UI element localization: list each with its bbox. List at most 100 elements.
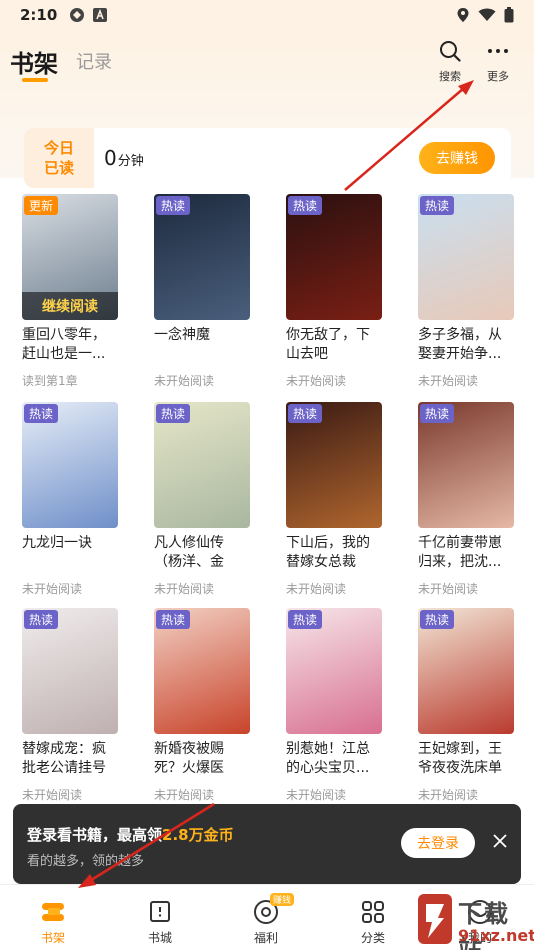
category-icon [343,899,403,925]
search-button[interactable]: 搜索 [428,38,472,84]
book-tag-badge: 热读 [24,610,59,629]
search-label: 搜索 [439,70,461,83]
nav-label: 书城 [147,931,172,945]
status-bar: 2:10 [0,0,534,30]
today-reading-card: 今日已读 0分钟 去赚钱 [24,128,511,188]
minutes-unit: 分钟 [117,154,144,169]
book-title: 重回八零年，赶山也是一... [22,327,106,362]
book-tag-badge: 热读 [288,196,323,215]
location-icon [457,8,469,22]
app-notification-icon [70,8,85,22]
book-cover[interactable]: 热读 [418,608,514,734]
book-tag-badge: 热读 [288,610,323,629]
book-title: 千亿前妻带崽归来，把沈... [418,535,502,570]
today-read-badge: 今日 已读 [24,128,94,188]
book-cover[interactable]: 热读 [154,608,250,734]
book-progress: 未开始阅读 [154,374,215,388]
login-prompt-coins: 2.8万金币 [162,826,234,844]
search-icon [440,41,461,62]
book-cover[interactable]: 热读 [418,402,514,528]
book-cover[interactable]: 热读 [154,194,250,320]
book-cover[interactable]: 热读 [154,402,250,528]
book-title: 王妃嫁到，王爷夜夜洗床单 [418,741,502,776]
book-item[interactable]: 热读九龙归一诀未开始阅读 [22,402,118,597]
nav-label: 福利 [253,931,278,945]
book-cover[interactable]: 热读 [286,194,382,320]
bookstore-icon [130,899,190,925]
book-cover[interactable]: 热读 [22,608,118,734]
login-prompt-title: 登录看书籍，最高领2.8万金币 [27,824,234,845]
minutes-value: 0 [104,146,117,170]
book-item[interactable]: 热读 别惹她！江总的心尖宝贝... 未开始阅读 [286,608,382,803]
wifi-icon [478,8,496,21]
nav-label: 书架 [40,931,65,945]
book-progress: 未开始阅读 [286,374,347,388]
status-time: 2:10 [20,6,58,24]
book-title: 别惹她！江总的心尖宝贝... [286,741,370,776]
book-tag-badge: 热读 [420,196,455,215]
book-progress: 未开始阅读 [22,788,83,802]
book-item[interactable]: 更新继续阅读重回八零年，赶山也是一... 读到第1章 [22,194,118,389]
nav-tab-2[interactable]: 赚钱福利 [236,893,296,946]
book-tag-badge: 更新 [24,196,59,215]
book-tag-badge: 热读 [156,404,191,423]
book-title: 一念神魔 [154,327,210,343]
more-button[interactable]: 更多 [476,38,520,84]
book-tag-badge: 热读 [156,196,191,215]
login-prompt-banner: 登录看书籍，最高领2.8万金币 看的越多，领的越多 去登录 [13,804,521,884]
continue-reading-label[interactable]: 继续阅读 [22,292,118,320]
font-notification-icon [93,8,108,22]
book-item[interactable]: 热读 多子多福，从娶妻开始争... 未开始阅读 [418,194,514,389]
book-title: 九龙归一诀 [22,535,92,551]
book-progress: 未开始阅读 [286,582,347,596]
book-progress: 未开始阅读 [22,582,83,596]
book-tag-badge: 热读 [24,404,59,423]
nav-label: 分类 [360,931,385,945]
book-progress: 未开始阅读 [418,582,479,596]
book-item[interactable]: 热读王妃嫁到，王爷夜夜洗床单未开始阅读 [418,608,514,803]
book-item[interactable]: 热读新婚夜被赐死？火爆医妃... 未开始阅读 [154,608,250,803]
today-badge-line1: 今日 [43,139,74,157]
earn-money-button[interactable]: 去赚钱 [419,142,495,174]
book-title: 下山后，我的替嫁女总裁 [286,535,370,570]
close-banner-button[interactable] [489,832,511,854]
book-cover[interactable]: 热读 [22,402,118,528]
nav-tab-0[interactable]: 书架 [23,899,83,946]
login-button[interactable]: 去登录 [401,828,475,858]
nav-tab-1[interactable]: 书城 [130,899,190,946]
book-progress: 未开始阅读 [154,788,215,802]
book-tag-badge: 热读 [288,404,323,423]
book-cover[interactable]: 热读 [286,402,382,528]
more-icon [488,49,508,53]
book-title: 替嫁成宠：疯批老公请挂号 [22,741,106,776]
close-icon [493,834,507,848]
tab-record[interactable]: 记录 [76,48,112,74]
book-tag-badge: 热读 [156,610,191,629]
watermark-line2: 91xz.net [458,926,534,945]
more-label: 更多 [487,70,509,83]
book-item[interactable]: 热读凡人修仙传（杨洋、金晨... 未开始阅读 [154,402,250,597]
book-item[interactable]: 热读千亿前妻带崽归来，把沈... 未开始阅读 [418,402,514,597]
reading-minutes: 0分钟 [104,146,144,170]
today-badge-line2: 已读 [43,159,74,177]
book-title: 你无敌了，下山去吧 [286,327,370,362]
battery-icon [504,7,514,23]
book-item[interactable]: 热读你无敌了，下山去吧未开始阅读 [286,194,382,389]
book-progress: 读到第1章 [22,374,78,388]
book-progress: 未开始阅读 [418,788,479,802]
book-title: 多子多福，从娶妻开始争... [418,327,502,362]
tab-bookshelf[interactable]: 书架 [10,44,58,79]
book-title: 新婚夜被赐死？火爆医妃... [154,741,224,776]
book-cover[interactable]: 更新 继续阅读 [22,194,118,320]
nav-tab-3[interactable]: 分类 [343,899,403,946]
book-tag-badge: 热读 [420,610,455,629]
nav-badge: 赚钱 [270,893,295,906]
book-progress: 未开始阅读 [154,582,215,596]
login-prompt-text: 登录看书籍，最高领 [27,826,163,844]
book-item[interactable]: 热读一念神魔未开始阅读 [154,194,250,389]
book-item[interactable]: 热读替嫁成宠：疯批老公请挂号未开始阅读 [22,608,118,803]
book-cover[interactable]: 热读 [286,608,382,734]
book-item[interactable]: 热读下山后，我的替嫁女总裁未开始阅读 [286,402,382,597]
book-cover[interactable]: 热读 [418,194,514,320]
site-watermark: 下载站 91xz.net [418,888,534,950]
